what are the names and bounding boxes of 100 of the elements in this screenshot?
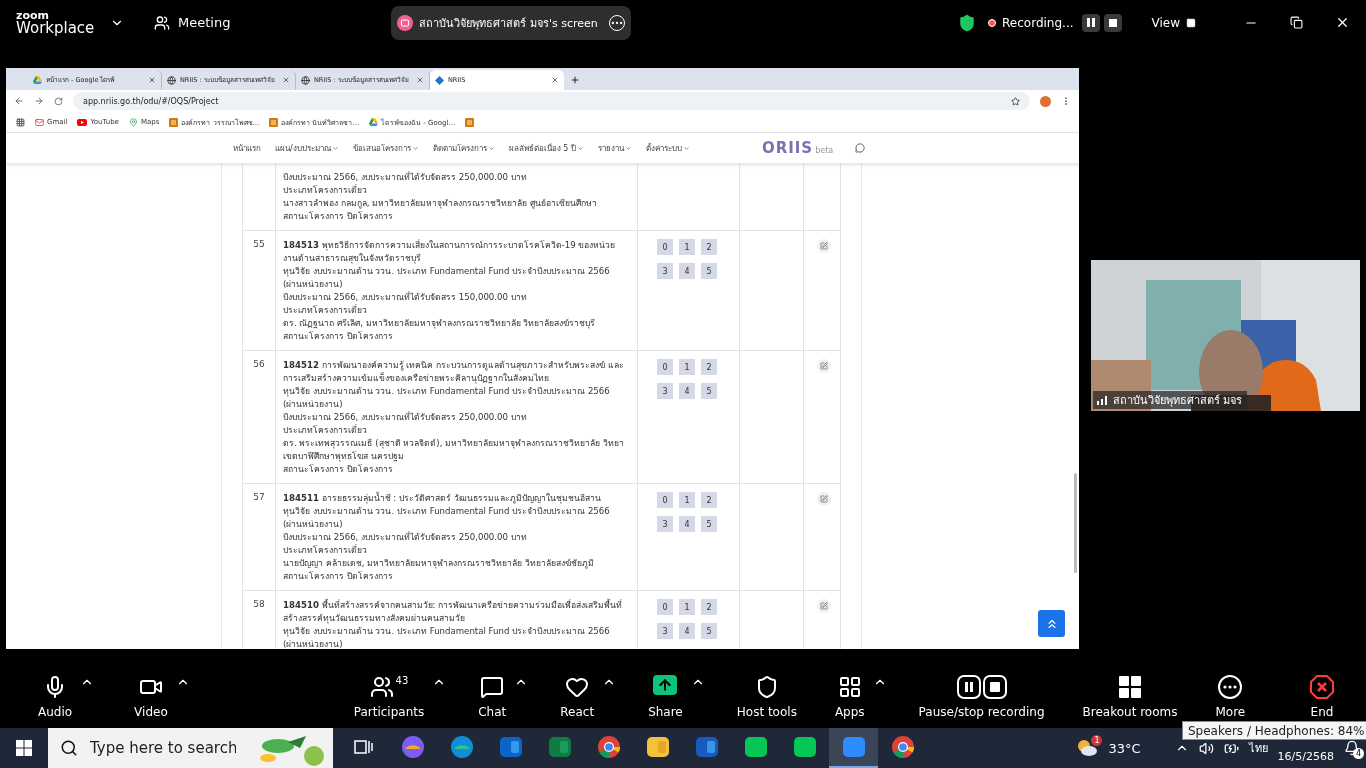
folder-icon	[269, 117, 279, 127]
nav-link[interactable]: ตั้งค่าระบบ	[645, 141, 690, 155]
toolbar-button[interactable]: Share	[642, 674, 689, 719]
step-button[interactable]: 2	[701, 492, 717, 508]
edit-button[interactable]	[817, 239, 831, 253]
app-icon	[645, 735, 670, 759]
step-button[interactable]: 2	[701, 239, 717, 255]
step-button[interactable]: 5	[701, 383, 717, 399]
step-button[interactable]: 5	[701, 623, 717, 639]
pause-icon	[1086, 18, 1095, 27]
app-icon	[596, 735, 621, 759]
step-button[interactable]: 1	[679, 599, 695, 615]
play-icon	[77, 118, 88, 126]
toolbar-button[interactable]: Apps	[828, 674, 871, 719]
project-detail: ปีงบประมาณ 2566, งบประมาณที่ได้รับจัดสรร 250,000.00 บาท	[283, 531, 528, 544]
share-icon	[653, 674, 678, 695]
step-button[interactable]: 0	[657, 492, 673, 508]
project-detail: 184510 พื้นที่สร้างสรรค์จากคนสามวัย: การพัฒนาเครือข่ายความร่วมมือเพื่อส่งเสริมพื้นที่สร้างสรรค์ทุนวัฒนธรรมทางสังคมผ่านคนสามวัย	[283, 599, 624, 625]
toolbar-button[interactable]: End	[1304, 674, 1340, 719]
taskbar-app[interactable]	[829, 728, 878, 768]
forward-icon[interactable]	[34, 96, 44, 106]
chat-icon[interactable]	[855, 143, 866, 153]
grid-icon	[1118, 674, 1142, 699]
view-button[interactable]: View	[1151, 15, 1196, 30]
reload-icon[interactable]	[54, 96, 63, 106]
step-button[interactable]: 1	[679, 359, 695, 375]
toolbar-button[interactable]: Pause/stop recording	[912, 674, 1051, 719]
app-icon	[547, 735, 572, 759]
stop-button[interactable]	[1103, 13, 1122, 32]
shield-icon[interactable]	[958, 13, 977, 32]
toolbar-button[interactable]: Host tools	[730, 674, 803, 719]
edit-button[interactable]	[817, 599, 831, 613]
app-icon	[449, 735, 474, 759]
step-button[interactable]: 2	[701, 359, 717, 375]
step-button[interactable]: 1	[679, 492, 695, 508]
step-button[interactable]: 4	[679, 516, 695, 532]
edit-button[interactable]	[817, 359, 831, 373]
toolbar-button[interactable]: Breakout rooms	[1076, 674, 1184, 719]
pin-icon	[128, 117, 138, 127]
step-button[interactable]: 4	[679, 383, 695, 399]
nav-link[interactable]: ข้อเสนอโครงการ	[352, 141, 419, 155]
toolbar-button[interactable]: 43 Participants	[347, 674, 431, 719]
step-button[interactable]: 1	[679, 239, 695, 255]
avatar-icon[interactable]	[1040, 95, 1051, 107]
toolbar-button[interactable]: More	[1209, 674, 1252, 719]
step-button[interactable]: 3	[657, 383, 673, 399]
folder-icon	[169, 117, 179, 127]
step-button[interactable]: 4	[679, 623, 695, 639]
new-tab-icon[interactable]	[570, 75, 580, 85]
restore-icon[interactable]	[1290, 16, 1303, 29]
share-banner[interactable]: สถาบันวิจัยพุทธศาสตร์ มจร's screen	[391, 5, 632, 40]
nav-link[interactable]: แผน/งบประมาณ	[275, 141, 339, 155]
toolbar-button[interactable]: Video	[128, 674, 174, 719]
row-number: 57	[252, 492, 266, 502]
participant-name: สถาบันวิจัยพุทธศาสตร์ มจร	[1093, 391, 1247, 409]
row-number: 56	[252, 359, 266, 369]
diamond-icon	[435, 75, 444, 85]
toolbar-button[interactable]: React	[554, 674, 601, 719]
step-button[interactable]: 0	[657, 359, 673, 375]
people-icon	[369, 674, 394, 699]
app-logo: zoom Workplace	[15, 9, 96, 36]
search-field[interactable]: Type here to search	[88, 738, 238, 758]
star-icon[interactable]	[1011, 96, 1020, 106]
edit-icon	[820, 602, 828, 610]
step-button[interactable]: 0	[657, 599, 673, 615]
nav-link[interactable]: ผลลัพธ์ต่อเนื่อง 5 ปี	[508, 141, 584, 155]
edit-icon	[820, 242, 828, 250]
app-icon	[841, 735, 866, 759]
step-button[interactable]: 5	[701, 263, 717, 279]
pause-stop-icon	[956, 674, 1007, 699]
close-icon[interactable]	[1335, 15, 1350, 30]
address-field[interactable]: app.nriis.go.th/odu/#/OQS/Project	[73, 92, 1030, 110]
step-button[interactable]: 4	[679, 263, 695, 279]
project-detail: ทุนวิจัย งบประมาณด้าน ววน. ประเภท Fundamental Fund ประจำปีงบประมาณ 2566 (ผ่านหน่วยงาน)	[283, 505, 611, 531]
step-button[interactable]: 3	[657, 623, 673, 639]
clock-date[interactable]: 16/5/2568	[1277, 749, 1334, 763]
step-button[interactable]: 3	[657, 516, 673, 532]
pause-button[interactable]	[1081, 13, 1100, 32]
back-icon[interactable]	[14, 96, 24, 106]
nav-link[interactable]: หน้าแรก	[233, 141, 261, 155]
speaker-icon[interactable]	[1198, 740, 1214, 756]
scroll-top-button[interactable]	[1038, 610, 1065, 637]
nav-link[interactable]: รายงาน	[597, 141, 632, 155]
search-bar[interactable]: Type here to search	[48, 728, 333, 768]
edit-button[interactable]	[817, 492, 831, 506]
meeting-button[interactable]: Meeting	[154, 14, 231, 31]
globe-icon	[167, 75, 176, 85]
step-button[interactable]: 2	[701, 599, 717, 615]
apps-icon[interactable]	[16, 117, 25, 127]
project-detail: 184511 อารยธรรมลุ่มน้ำชี : ประวัติศาสตร์ วัฒนธรรมและภูมิปัญญาในชุมชนอีสาน	[283, 492, 602, 505]
toolbar-button[interactable]: Chat	[472, 674, 513, 719]
more-icon	[1218, 674, 1243, 699]
step-button[interactable]: 5	[701, 516, 717, 532]
drive-icon	[369, 118, 379, 126]
toolbar-button[interactable]: Audio	[32, 674, 79, 719]
notification-icon[interactable]	[1344, 740, 1360, 756]
step-button[interactable]: 3	[657, 263, 673, 279]
step-button[interactable]: 0	[657, 239, 673, 255]
nav-link[interactable]: ติดตามโครงการ	[432, 141, 495, 155]
language-indicator[interactable]: ไทย	[1248, 739, 1268, 757]
